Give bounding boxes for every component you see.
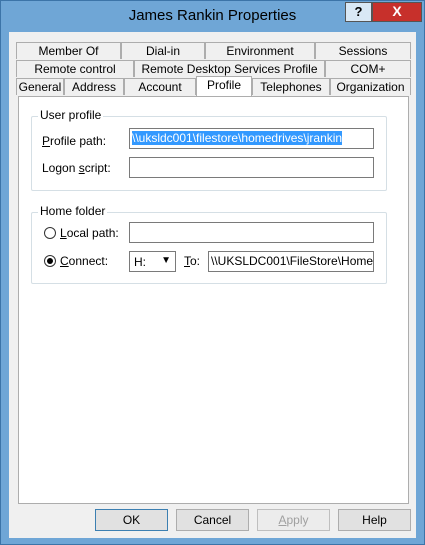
user-profile-group-label: User profile [38, 108, 104, 122]
tab-member-of[interactable]: Member Of [16, 42, 121, 59]
radio-selected-dot [47, 258, 53, 264]
profile-path-value: \\uksldc001\filestore\homedrives\jrankin [132, 131, 343, 145]
tab-account[interactable]: Account [124, 78, 196, 95]
profile-path-label: Profile path: [42, 134, 107, 148]
tab-rds-profile[interactable]: Remote Desktop Services Profile [134, 60, 325, 77]
local-path-radio[interactable] [44, 227, 56, 239]
home-folder-group-label: Home folder [38, 204, 108, 218]
profile-tab-page: User profile Profile path: \\uksldc001\f… [18, 96, 409, 504]
chevron-down-icon: ▼ [161, 255, 171, 266]
logon-script-label: Logon script: [42, 161, 111, 175]
connect-label: Connect: [60, 254, 109, 268]
local-path-label: Local path: [60, 226, 119, 240]
drive-letter-value: H: [134, 255, 146, 269]
help-title-button[interactable]: ? [345, 2, 372, 22]
connect-radio[interactable] [44, 255, 56, 267]
ok-button[interactable]: OK [95, 509, 168, 531]
tab-organization[interactable]: Organization [330, 78, 411, 95]
tab-telephones[interactable]: Telephones [252, 78, 330, 95]
tab-com-plus[interactable]: COM+ [325, 60, 411, 77]
apply-button[interactable]: Apply [257, 509, 330, 531]
tab-sessions[interactable]: Sessions [315, 42, 411, 59]
properties-window: James Rankin Properties ? X Member Of Di… [0, 0, 425, 545]
local-path-input[interactable] [129, 222, 374, 243]
tab-dial-in[interactable]: Dial-in [121, 42, 205, 59]
tab-environment[interactable]: Environment [205, 42, 315, 59]
home-folder-path-input[interactable]: \\UKSLDC001\FileStore\HomeDrives\jrankin [208, 251, 374, 272]
logon-script-input[interactable] [129, 157, 374, 178]
title-bar: James Rankin Properties ? X [1, 1, 424, 31]
drive-letter-select[interactable]: H: ▼ [129, 251, 176, 272]
tab-address[interactable]: Address [64, 78, 124, 95]
help-button[interactable]: Help [338, 509, 411, 531]
close-button[interactable]: X [372, 2, 422, 22]
cancel-button[interactable]: Cancel [176, 509, 249, 531]
profile-path-input[interactable]: \\uksldc001\filestore\homedrives\jrankin [129, 128, 374, 149]
tab-profile[interactable]: Profile [196, 76, 252, 96]
tab-general[interactable]: General [16, 78, 64, 95]
tab-remote-control[interactable]: Remote control [16, 60, 134, 77]
to-label: To: [184, 254, 201, 268]
